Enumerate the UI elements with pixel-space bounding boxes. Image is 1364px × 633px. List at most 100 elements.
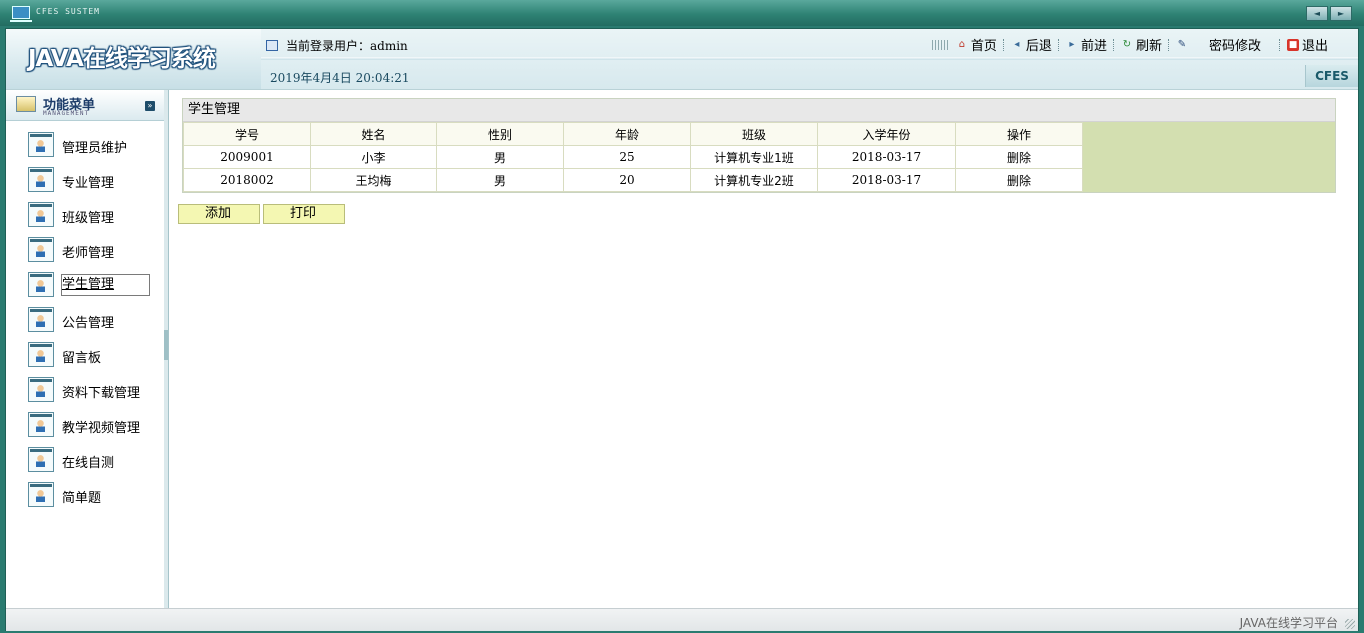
sidebar-item-notice[interactable]: 公告管理 (6, 306, 164, 341)
column-header: 姓名 (310, 122, 437, 146)
window-prev-button[interactable]: ◄ (1306, 6, 1328, 21)
table-filler (1083, 122, 1335, 192)
add-button[interactable]: 添加 (178, 204, 260, 224)
user-icon (28, 272, 54, 297)
sidebar-subtitle: MANAGEMENT (43, 110, 90, 117)
sidebar-item-student[interactable]: 学生管理 (6, 271, 164, 306)
sidebar-item-label: 在线自测 (62, 456, 115, 471)
delete-link[interactable]: 删除 (955, 168, 1083, 192)
table-cell: 2018002 (183, 168, 311, 192)
sidebar-item-shortanswer[interactable]: 简单题 (6, 481, 164, 516)
table-cell: 20 (563, 168, 691, 192)
logo-area: JAVA在线学习系统 (6, 29, 261, 89)
forward-label: 前进 (1080, 39, 1107, 54)
panel-body: 学号 姓名 性别 年龄 班级 入学年份 操作 2009001 小李 男 25 计… (183, 122, 1335, 192)
back-label: 后退 (1025, 39, 1052, 54)
sidebar-header: 功能菜单 MANAGEMENT » (6, 90, 164, 121)
table-cell: 王均梅 (310, 168, 437, 192)
user-icon (28, 202, 54, 227)
window-icon (266, 40, 278, 51)
window-titlebar: CFES SUSTEM ◄ ► (0, 0, 1364, 26)
column-header: 班级 (690, 122, 818, 146)
toolbar-grip (931, 39, 948, 50)
app-logo: JAVA在线学习系统 (28, 46, 216, 72)
table-cell: 计算机专业2班 (690, 168, 818, 192)
change-password-button[interactable]: ✎ 密码修改 (1176, 35, 1261, 55)
header-stripe (261, 57, 1358, 60)
change-password-label: 密码修改 (1208, 39, 1261, 54)
sidebar-menu: 管理员维护 专业管理 班级管理 老师管理 学生管理 公告管理 留言板 资料下载管… (6, 131, 164, 516)
table-cell: 2018-03-17 (817, 145, 956, 169)
user-icon (28, 132, 54, 157)
sidebar-item-label: 管理员维护 (62, 141, 128, 156)
statusbar: JAVA在线学习平台 (6, 608, 1358, 631)
sidebar-item-label: 学生管理 (61, 274, 150, 296)
refresh-button[interactable]: ↻ 刷新 (1121, 35, 1162, 55)
panel-title: 学生管理 (183, 99, 1335, 122)
header-toolbar: ⌂ 首页 ◂ 后退 ▸ 前进 ↻ 刷新 ✎ 密码修改 ■ 退出 (931, 35, 1328, 55)
table-header-row: 学号 姓名 性别 年龄 班级 入学年份 操作 (183, 122, 1083, 146)
home-label: 首页 (970, 39, 997, 54)
table-row: 2018002 王均梅 男 20 计算机专业2班 2018-03-17 删除 (183, 168, 1083, 192)
header: JAVA在线学习系统 当前登录用户：admin 2019年4月4日 20:04:… (6, 29, 1358, 90)
window-next-button[interactable]: ► (1330, 6, 1352, 21)
splitter-handle[interactable] (164, 330, 168, 360)
sidebar-item-label: 专业管理 (62, 176, 115, 191)
toolbar-separator (1057, 38, 1060, 51)
forward-button[interactable]: ▸ 前进 (1066, 35, 1107, 55)
current-user-label: 当前登录用户：admin (286, 39, 408, 53)
user-icon (28, 412, 54, 437)
sidebar-item-class[interactable]: 班级管理 (6, 201, 164, 236)
sidebar-item-videos[interactable]: 教学视频管理 (6, 411, 164, 446)
sidebar-item-label: 留言板 (62, 351, 102, 366)
sidebar-item-label: 老师管理 (62, 246, 115, 261)
table-row: 2009001 小李 男 25 计算机专业1班 2018-03-17 删除 (183, 145, 1083, 169)
sidebar-item-teacher[interactable]: 老师管理 (6, 236, 164, 271)
home-button[interactable]: ⌂ 首页 (956, 35, 997, 55)
back-arrow-icon: ◂ (1014, 38, 1020, 50)
toolbar-separator (1112, 38, 1115, 51)
home-icon: ⌂ (958, 38, 966, 50)
toolbar-separator (1167, 38, 1170, 51)
student-table: 学号 姓名 性别 年龄 班级 入学年份 操作 2009001 小李 男 25 计… (183, 122, 1083, 192)
app-frame: JAVA在线学习系统 当前登录用户：admin 2019年4月4日 20:04:… (5, 28, 1359, 631)
current-date: 2019年4月4日 20:04:21 (270, 71, 410, 85)
user-icon (28, 167, 54, 192)
statusbar-text: JAVA在线学习平台 (1239, 616, 1338, 630)
main-content: 学生管理 学号 姓名 性别 年龄 班级 入学年份 操作 2009001 小李 男… (178, 98, 1336, 224)
refresh-icon: ↻ (1122, 38, 1132, 50)
window-title: CFES SUSTEM (36, 7, 100, 16)
sidebar: 功能菜单 MANAGEMENT » 管理员维护 专业管理 班级管理 老师管理 学… (6, 90, 165, 608)
sidebar-splitter[interactable] (164, 90, 169, 608)
table-cell: 男 (436, 145, 564, 169)
table-cell: 计算机专业1班 (690, 145, 818, 169)
sidebar-item-selftest[interactable]: 在线自测 (6, 446, 164, 481)
table-cell: 小李 (310, 145, 437, 169)
sidebar-item-label: 公告管理 (62, 316, 115, 331)
print-button[interactable]: 打印 (263, 204, 345, 224)
sidebar-item-downloads[interactable]: 资料下载管理 (6, 376, 164, 411)
resize-grip-icon[interactable] (1345, 619, 1355, 629)
sidebar-item-admin[interactable]: 管理员维护 (6, 131, 164, 166)
back-button[interactable]: ◂ 后退 (1011, 35, 1052, 55)
table-cell: 2009001 (183, 145, 311, 169)
user-icon (28, 237, 54, 262)
logout-label: 退出 (1301, 39, 1328, 54)
collapse-icon[interactable]: » (145, 101, 155, 111)
refresh-label: 刷新 (1135, 39, 1162, 54)
column-header: 性别 (436, 122, 564, 146)
table-cell: 2018-03-17 (817, 168, 956, 192)
window-nav-buttons: ◄ ► (1306, 6, 1352, 21)
sidebar-item-messageboard[interactable]: 留言板 (6, 341, 164, 376)
user-icon (28, 342, 54, 367)
sidebar-item-major[interactable]: 专业管理 (6, 166, 164, 201)
column-header: 学号 (183, 122, 311, 146)
logout-button[interactable]: ■ 退出 (1286, 35, 1328, 54)
user-icon (28, 482, 54, 507)
toolbar-separator (1002, 38, 1005, 51)
user-icon (28, 447, 54, 472)
column-header: 入学年份 (817, 122, 956, 146)
table-cell: 男 (436, 168, 564, 192)
delete-link[interactable]: 删除 (955, 145, 1083, 169)
user-icon (28, 377, 54, 402)
